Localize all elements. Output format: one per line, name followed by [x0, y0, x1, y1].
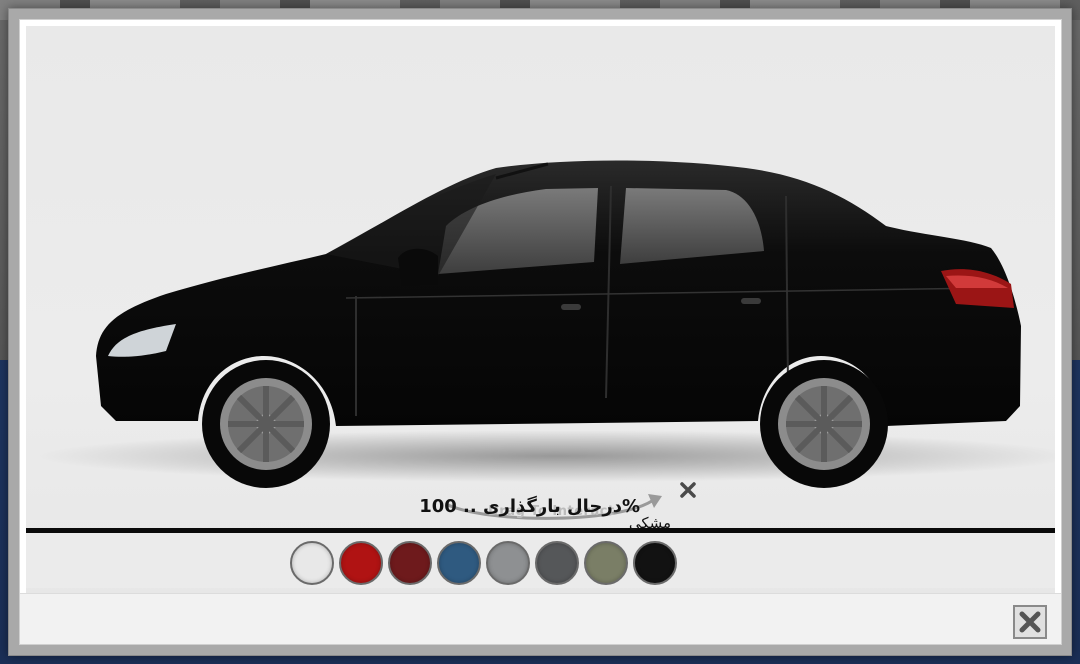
loading-status: %درحال بارگذاری .. 100 [419, 496, 640, 517]
color-swatch-silver[interactable] [486, 541, 530, 585]
color-swatch-black[interactable] [633, 541, 677, 585]
close-icon[interactable] [678, 480, 698, 500]
color-swatch-olive-gray[interactable] [584, 541, 628, 585]
modal-footer [20, 593, 1061, 644]
color-viewer-modal: Drag To Interact %درحال بارگذاری .. 100 … [8, 8, 1072, 656]
color-swatch-white[interactable] [290, 541, 334, 585]
close-icon [1019, 611, 1041, 633]
modal-content: Drag To Interact %درحال بارگذاری .. 100 … [19, 19, 1062, 645]
selected-color-name: مشکی [628, 514, 672, 532]
modal-close-button[interactable] [1013, 605, 1047, 639]
color-swatch-dark-gray[interactable] [535, 541, 579, 585]
color-swatch-blue[interactable] [437, 541, 481, 585]
color-swatch-red[interactable] [339, 541, 383, 585]
color-swatches [290, 541, 677, 587]
color-swatch-bar [26, 533, 1055, 588]
color-swatch-dark-red[interactable] [388, 541, 432, 585]
car-360-viewer[interactable]: Drag To Interact %درحال بارگذاری .. 100 [26, 26, 1055, 601]
